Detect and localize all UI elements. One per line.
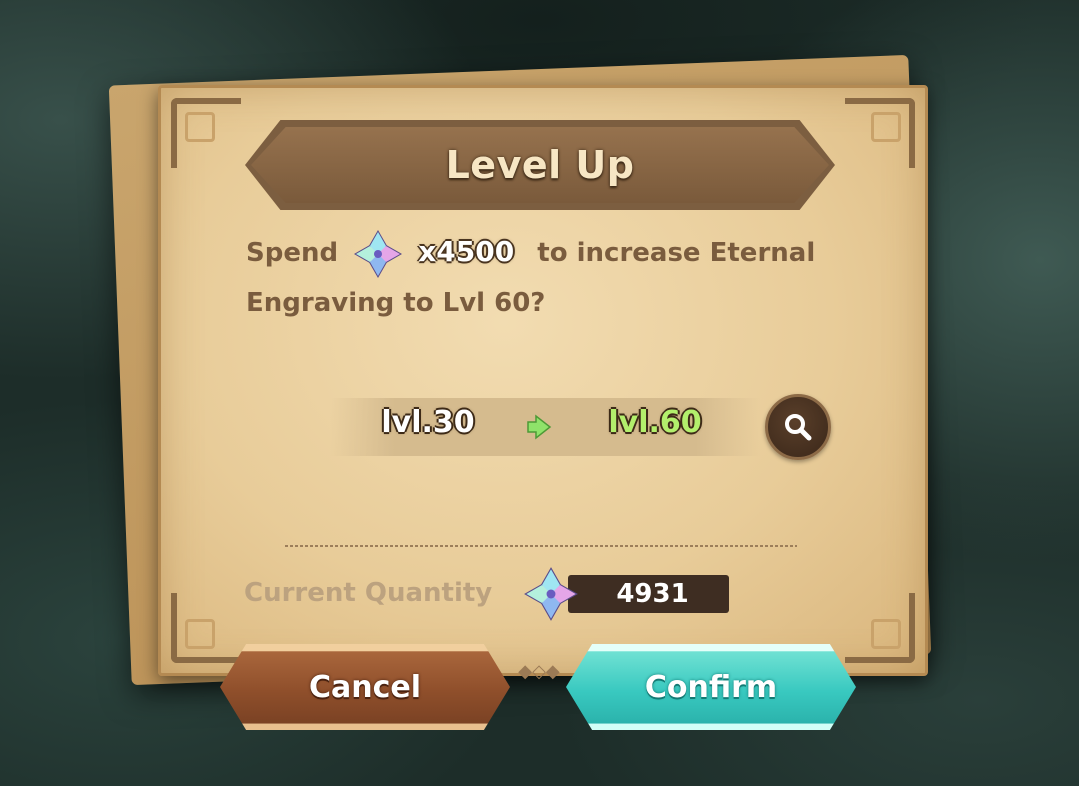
magnifier-icon: [785, 414, 812, 441]
corner-ornament: [845, 593, 915, 663]
target-level: lvl.60: [608, 405, 702, 440]
cost-amount: x4500: [418, 235, 515, 268]
crystal-shard-icon: [524, 567, 578, 621]
quantity-value: 4931: [568, 575, 729, 613]
confirm-button-label: Confirm: [644, 669, 778, 705]
cancel-button[interactable]: Cancel: [220, 644, 510, 730]
crystal-shard-icon: [354, 229, 403, 278]
corner-ornament: [845, 98, 915, 168]
knot-ornament: ◆◇◆: [518, 661, 560, 682]
corner-ornament: [171, 593, 241, 663]
arrow-right-icon: [527, 414, 552, 440]
message-prefix: Spend: [246, 238, 339, 268]
quantity-label: Current Quantity: [244, 578, 493, 608]
divider: [285, 545, 797, 547]
confirm-button[interactable]: Confirm: [566, 644, 856, 730]
game-screen: Level Up Spend x4500 to increase Eternal…: [0, 0, 1079, 786]
title-banner-inner: Level Up: [251, 127, 829, 203]
current-level: lvl.30: [381, 405, 475, 440]
preview-button[interactable]: [765, 394, 831, 460]
dialog-title: Level Up: [445, 143, 635, 187]
cancel-button-label: Cancel: [308, 669, 422, 705]
confirmation-message: Spend x4500 to increase Eternal Engravin…: [246, 228, 846, 327]
corner-ornament: [171, 98, 241, 168]
